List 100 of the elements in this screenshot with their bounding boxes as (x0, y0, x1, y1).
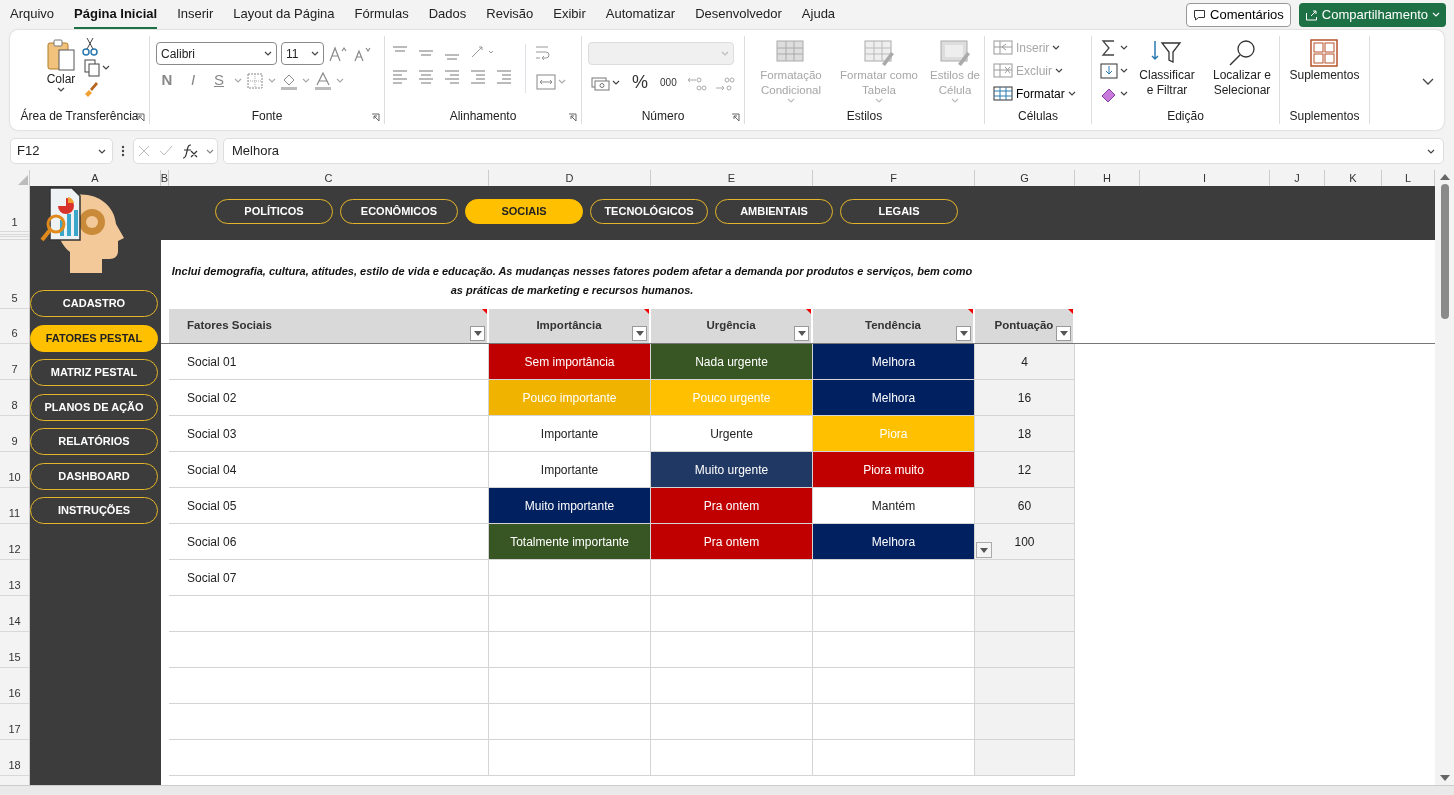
insert-cells-icon (993, 39, 1013, 56)
sort-filter-button[interactable]: Classificar e Filtrar (1134, 36, 1200, 100)
share-button[interactable]: Compartilhamento (1298, 2, 1446, 27)
dialog-launcher-icon[interactable] (371, 113, 380, 122)
category-tab[interactable]: SOCIAIS (465, 199, 583, 224)
description-text: Inclui demografia, cultura, atitudes, estilo de vida e educação. As mudanças nesses fatores podem afetar a demanda por produtos e serviços, bem como as práticas de marketing e recursos humanos. (170, 263, 974, 298)
row-header[interactable]: 1 (0, 186, 29, 232)
merge-icon (536, 72, 556, 91)
menu-tab[interactable]: Ajuda (801, 0, 836, 29)
align-left-icon[interactable] (391, 68, 409, 84)
align-right-icon[interactable] (443, 68, 461, 84)
category-tab[interactable]: ECONÔMICOS (340, 199, 458, 224)
scroll-down-icon[interactable] (1439, 775, 1450, 781)
row-header[interactable]: 15 (0, 631, 29, 668)
font-name-value: Calibri (161, 45, 195, 63)
nav-button[interactable]: PLANOS DE AÇÃO (30, 393, 158, 421)
find-select-button[interactable]: Localizar e Selecionar (1204, 36, 1280, 100)
score-value: 60 (1017, 497, 1032, 515)
dropdown-arrow-icon (635, 331, 644, 336)
row-header[interactable]: 14 (0, 595, 29, 632)
menu-tab[interactable]: Inserir (177, 0, 214, 29)
nav-button[interactable]: INSTRUÇÕES (30, 497, 158, 524)
category-tab[interactable]: TECNOLÓGICOS (590, 199, 708, 224)
menu-tab[interactable]: Layout da Página (233, 0, 335, 29)
row-header[interactable]: 5 (0, 239, 29, 309)
row-header[interactable]: 8 (0, 379, 29, 416)
formula-field[interactable]: Melhora (223, 138, 1444, 164)
menu-tab[interactable]: Revisão (486, 0, 534, 29)
scissors-icon[interactable] (82, 36, 98, 56)
menu-tab[interactable]: Desenvolvedor (695, 0, 782, 29)
row-header[interactable]: 13 (0, 559, 29, 596)
nav-button[interactable]: RELATÓRIOS (30, 428, 158, 455)
list-dropdown-button[interactable] (976, 542, 992, 558)
row-header[interactable]: 11 (0, 487, 29, 524)
bold-button[interactable]: N (156, 69, 178, 92)
menu-tab[interactable]: Automatizar (605, 0, 676, 29)
dialog-launcher-icon[interactable] (731, 113, 740, 122)
group-label: Células (1018, 108, 1058, 125)
select-all-icon[interactable] (17, 174, 29, 186)
more-options-icon[interactable] (119, 143, 127, 159)
filter-button[interactable] (470, 326, 485, 341)
thousands-button[interactable]: 000 (658, 71, 679, 94)
align-center-icon[interactable] (417, 68, 435, 84)
group-label: Alinhamento (449, 108, 517, 125)
scrollbar-thumb[interactable] (1440, 184, 1449, 319)
row-header[interactable]: 9 (0, 415, 29, 452)
font-size-field[interactable]: 11 (281, 42, 324, 65)
menu-tab[interactable]: Dados (428, 0, 467, 29)
decrease-indent-icon[interactable] (469, 68, 487, 84)
delete-cells-icon (993, 62, 1013, 79)
menu-tab[interactable]: Arquivo (10, 0, 55, 29)
factor-name: Social 05 (187, 497, 237, 515)
scroll-up-icon[interactable] (1439, 174, 1450, 180)
row-header[interactable]: 18 (0, 739, 29, 776)
filter-button[interactable] (794, 326, 809, 341)
menu-tab[interactable]: Exibir (553, 0, 586, 29)
trend-value: Piora (879, 425, 908, 443)
row-header[interactable]: 10 (0, 451, 29, 488)
font-color-icon[interactable] (314, 71, 332, 90)
menu-tab[interactable]: Página Inicial (74, 0, 158, 29)
text-orientation-icon[interactable] (469, 44, 495, 60)
borders-icon[interactable] (246, 71, 264, 90)
increase-font-icon[interactable] (328, 44, 348, 63)
row-header[interactable]: 12 (0, 523, 29, 560)
nav-button[interactable]: DASHBOARD (30, 462, 158, 490)
filter-button[interactable] (956, 326, 971, 341)
check-icon[interactable] (158, 144, 175, 158)
chevron-down-icon (98, 148, 106, 154)
underline-button[interactable]: S (208, 69, 230, 92)
paste-button[interactable]: Colar (44, 36, 78, 94)
italic-button[interactable]: I (182, 69, 204, 92)
dialog-launcher-icon[interactable] (568, 113, 577, 122)
increase-indent-icon[interactable] (495, 68, 513, 84)
row-header[interactable]: 17 (0, 703, 29, 740)
category-tab[interactable]: POLÍTICOS (215, 199, 333, 224)
nav-button[interactable]: MATRIZ PESTAL (30, 359, 158, 386)
comments-button[interactable]: Comentários (1186, 2, 1291, 27)
row-header[interactable]: 7 (0, 343, 29, 380)
function-icon[interactable] (180, 143, 199, 159)
cells-button[interactable]: Formatar (991, 82, 1078, 105)
nav-button[interactable]: CADASTRO (30, 290, 158, 317)
font-name-field[interactable]: Calibri (156, 42, 277, 65)
row-header[interactable]: 6 (0, 308, 29, 344)
filter-button[interactable] (632, 326, 647, 341)
menu-tab[interactable]: Fórmulas (354, 0, 409, 29)
category-tab[interactable]: LEGAIS (840, 199, 958, 224)
add-ins-button[interactable]: Suplementos (1287, 36, 1362, 85)
group-label: Estilos (846, 108, 883, 125)
close-icon[interactable] (137, 144, 152, 158)
category-tab[interactable]: AMBIENTAIS (715, 199, 833, 224)
filter-button[interactable] (1056, 326, 1071, 341)
name-box[interactable]: F12 (10, 138, 113, 164)
percent-button[interactable]: % (630, 71, 650, 94)
nav-button[interactable]: FATORES PESTAL (30, 324, 158, 352)
factor-name: Social 03 (187, 425, 237, 443)
row-header[interactable]: 16 (0, 667, 29, 704)
share-icon (1304, 8, 1318, 21)
copy-button[interactable] (82, 56, 112, 79)
collapse-ribbon-icon[interactable] (1422, 78, 1434, 86)
name-box-value: F12 (17, 142, 40, 161)
